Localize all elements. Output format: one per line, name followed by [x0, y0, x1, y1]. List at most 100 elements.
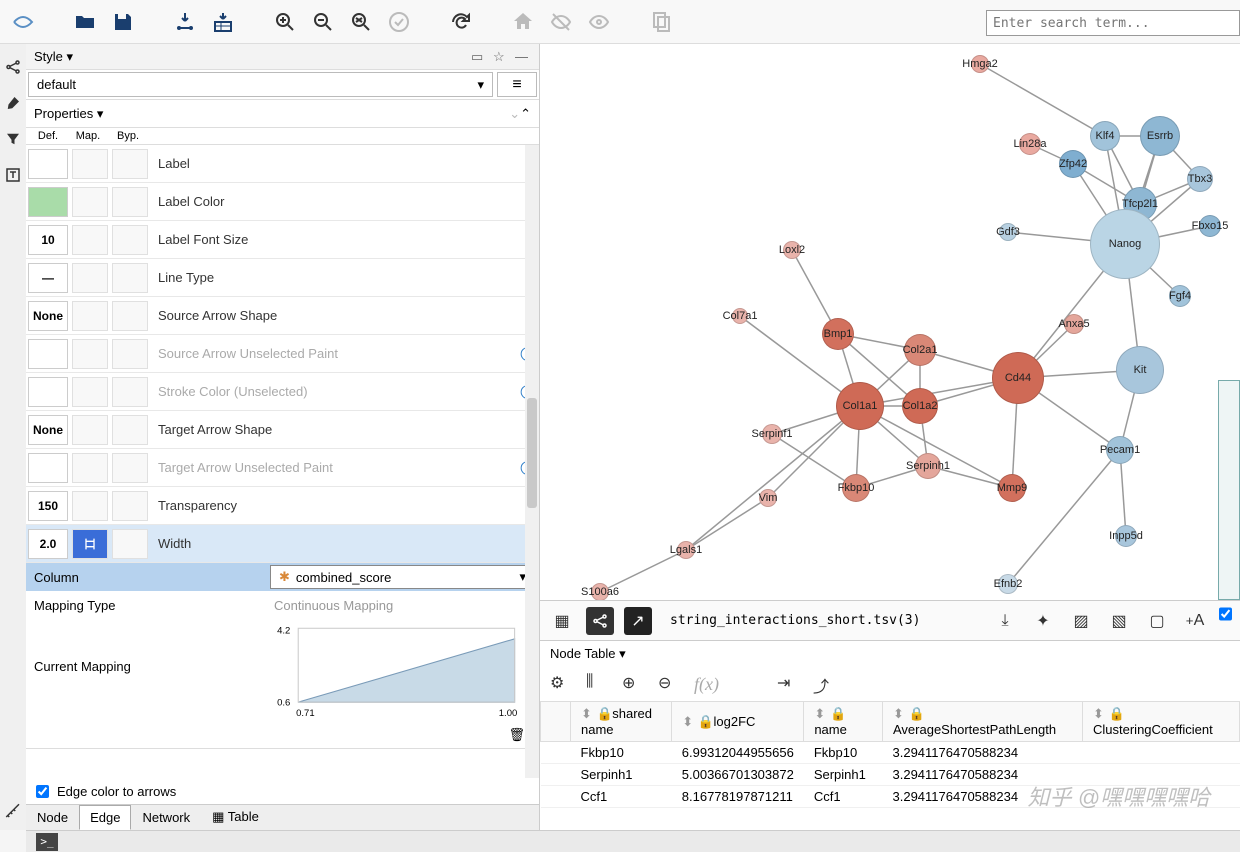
mapping-column-row[interactable]: Column✱ combined_score ▾ [26, 563, 539, 591]
zoom-fit-icon[interactable] [344, 5, 378, 39]
mapping-cell[interactable] [72, 377, 108, 407]
node-serpinh1[interactable]: Serpinh1 [915, 453, 941, 479]
add-column-icon[interactable]: ⊕ [622, 673, 644, 695]
annotation-icon[interactable]: ▢ [1143, 607, 1171, 635]
grid-view-icon[interactable]: ▦ [548, 607, 576, 635]
bypass-cell[interactable] [112, 377, 148, 407]
bypass-cell[interactable] [112, 301, 148, 331]
tab-table[interactable]: ▦ Table [201, 804, 270, 830]
zoom-out-icon[interactable] [306, 5, 340, 39]
node-klf4[interactable]: Klf4 [1090, 121, 1120, 151]
property-row-stroke-color-unselected-[interactable]: Stroke Color (Unselected)ⓘ [26, 373, 539, 411]
node-gdf3[interactable]: Gdf3 [999, 223, 1017, 241]
mapping-cell[interactable] [72, 301, 108, 331]
style-dropdown[interactable]: default▾ [28, 72, 493, 97]
mapping-cell[interactable] [72, 453, 108, 483]
export-table-icon[interactable]: ⤴ [813, 673, 835, 695]
delete-column-icon[interactable]: ⊖ [658, 673, 680, 695]
tab-node[interactable]: Node [26, 805, 79, 830]
default-value-cell[interactable] [28, 339, 68, 369]
node-hmga2[interactable]: Hmga2 [971, 55, 989, 73]
delete-mapping-icon[interactable]: 🗑 [508, 727, 525, 743]
mapping-cell[interactable] [72, 491, 108, 521]
detach-icon[interactable]: ▭ [471, 49, 487, 65]
property-row-label-font-size[interactable]: 10Label Font Size‹ [26, 221, 539, 259]
property-row-line-type[interactable]: —Line Type‹ [26, 259, 539, 297]
table-grid[interactable]: ⬍ 🔒 shared name⬍ 🔒 log2FC⬍ 🔒 name⬍ 🔒 Ave… [540, 701, 1240, 830]
home-icon[interactable] [506, 5, 540, 39]
default-value-cell[interactable]: 150 [28, 491, 68, 521]
node-zfp42[interactable]: Zfp42 [1059, 150, 1087, 178]
column-header[interactable]: ⬍ 🔒 ClusteringCoefficient [1083, 702, 1240, 742]
style-menu-button[interactable]: ≡ [497, 72, 537, 97]
property-row-width[interactable]: 2.0Width˅ [26, 525, 539, 563]
node-col1a2[interactable]: Col1a2 [902, 388, 938, 424]
mapping-cell[interactable] [72, 529, 108, 559]
columns-icon[interactable]: ⫼ [586, 673, 608, 695]
node-pecam1[interactable]: Pecam1 [1106, 436, 1134, 464]
property-row-target-arrow-shape[interactable]: NoneTarget Arrow Shape‹ [26, 411, 539, 449]
default-value-cell[interactable] [28, 453, 68, 483]
column-header[interactable]: ⬍ 🔒 shared name [571, 702, 672, 742]
edge-color-to-arrows-checkbox[interactable]: Edge color to arrows [26, 778, 539, 804]
property-row-source-arrow-unselected-paint[interactable]: Source Arrow Unselected Paintⓘ [26, 335, 539, 373]
column-header[interactable]: ⬍ 🔒 log2FC [672, 702, 804, 742]
table-row[interactable]: Fkbp106.99312044955656Fkbp103.2941176470… [541, 742, 1240, 764]
default-value-cell[interactable]: — [28, 263, 68, 293]
node-col7a1[interactable]: Col7a1 [732, 308, 748, 324]
birds-eye-view[interactable] [1218, 380, 1240, 600]
mapping-cell[interactable] [72, 415, 108, 445]
bypass-cell[interactable] [112, 225, 148, 255]
default-value-cell[interactable]: 10 [28, 225, 68, 255]
bypass-cell[interactable] [112, 339, 148, 369]
node-lin28a[interactable]: Lin28a [1019, 133, 1041, 155]
style-panel-title[interactable]: Style ▾ [34, 49, 73, 65]
search-input[interactable] [986, 10, 1240, 36]
expand-all-icon[interactable]: ⌄ [509, 106, 520, 122]
cytoscape-logo-icon[interactable] [6, 5, 40, 39]
export-icon[interactable]: ⤓ [991, 607, 1019, 635]
apply-layout-icon[interactable] [382, 5, 416, 39]
node-anxa5[interactable]: Anxa5 [1064, 314, 1084, 334]
refresh-icon[interactable] [444, 5, 478, 39]
bypass-cell[interactable] [112, 149, 148, 179]
node-kit[interactable]: Kit [1116, 346, 1164, 394]
import-network-icon[interactable] [168, 5, 202, 39]
property-row-transparency[interactable]: 150Transparency‹ [26, 487, 539, 525]
node-lgals1[interactable]: Lgals1 [677, 541, 695, 559]
text-icon[interactable] [4, 166, 22, 184]
node-mmp9[interactable]: Mmp9 [998, 474, 1026, 502]
ruler-icon[interactable] [4, 802, 22, 820]
pin-icon[interactable]: ☆ [493, 49, 509, 65]
default-value-cell[interactable] [28, 187, 68, 217]
bypass-cell[interactable] [112, 453, 148, 483]
share-icon[interactable] [4, 58, 22, 76]
default-value-cell[interactable]: 2.0 [28, 529, 68, 559]
network-canvas[interactable]: Hmga2Klf4EsrrbLin28aZfp42Tbx3Tfcp2l1Gdf3… [540, 44, 1240, 600]
property-row-target-arrow-unselected-paint[interactable]: Target Arrow Unselected Paintⓘ [26, 449, 539, 487]
filter-icon[interactable] [4, 130, 22, 148]
save-icon[interactable] [106, 5, 140, 39]
settings-icon[interactable]: ⚙ [550, 673, 572, 695]
hide-icon[interactable] [544, 5, 578, 39]
default-value-cell[interactable]: None [28, 415, 68, 445]
table-row[interactable]: Ccf18.16778197871211Ccf13.29411764705882… [541, 786, 1240, 808]
bypass-cell[interactable] [112, 529, 148, 559]
mapping-cell[interactable] [72, 225, 108, 255]
node-serpinf1[interactable]: Serpinf1 [762, 424, 782, 444]
node-nanog[interactable]: Nanog [1090, 209, 1160, 279]
table-panel-title[interactable]: Node Table ▾ [550, 646, 626, 662]
property-row-label[interactable]: Label‹ [26, 145, 539, 183]
node-bmp1[interactable]: Bmp1 [822, 318, 854, 350]
column-header[interactable]: ⬍ 🔒 name [804, 702, 883, 742]
minimize-icon[interactable]: — [515, 49, 531, 65]
show-icon[interactable] [582, 5, 616, 39]
detach-view-icon[interactable]: ↗ [624, 607, 652, 635]
zoom-in-icon[interactable] [268, 5, 302, 39]
hide-selected-icon[interactable]: ▧ [1105, 607, 1133, 635]
property-row-label-color[interactable]: Label Color‹ [26, 183, 539, 221]
text-annotation-icon[interactable]: +A [1181, 607, 1209, 635]
table-row[interactable]: Serpinh15.00366701303872Serpinh13.294117… [541, 764, 1240, 786]
node-col1a1[interactable]: Col1a1 [836, 382, 884, 430]
bypass-cell[interactable] [112, 263, 148, 293]
